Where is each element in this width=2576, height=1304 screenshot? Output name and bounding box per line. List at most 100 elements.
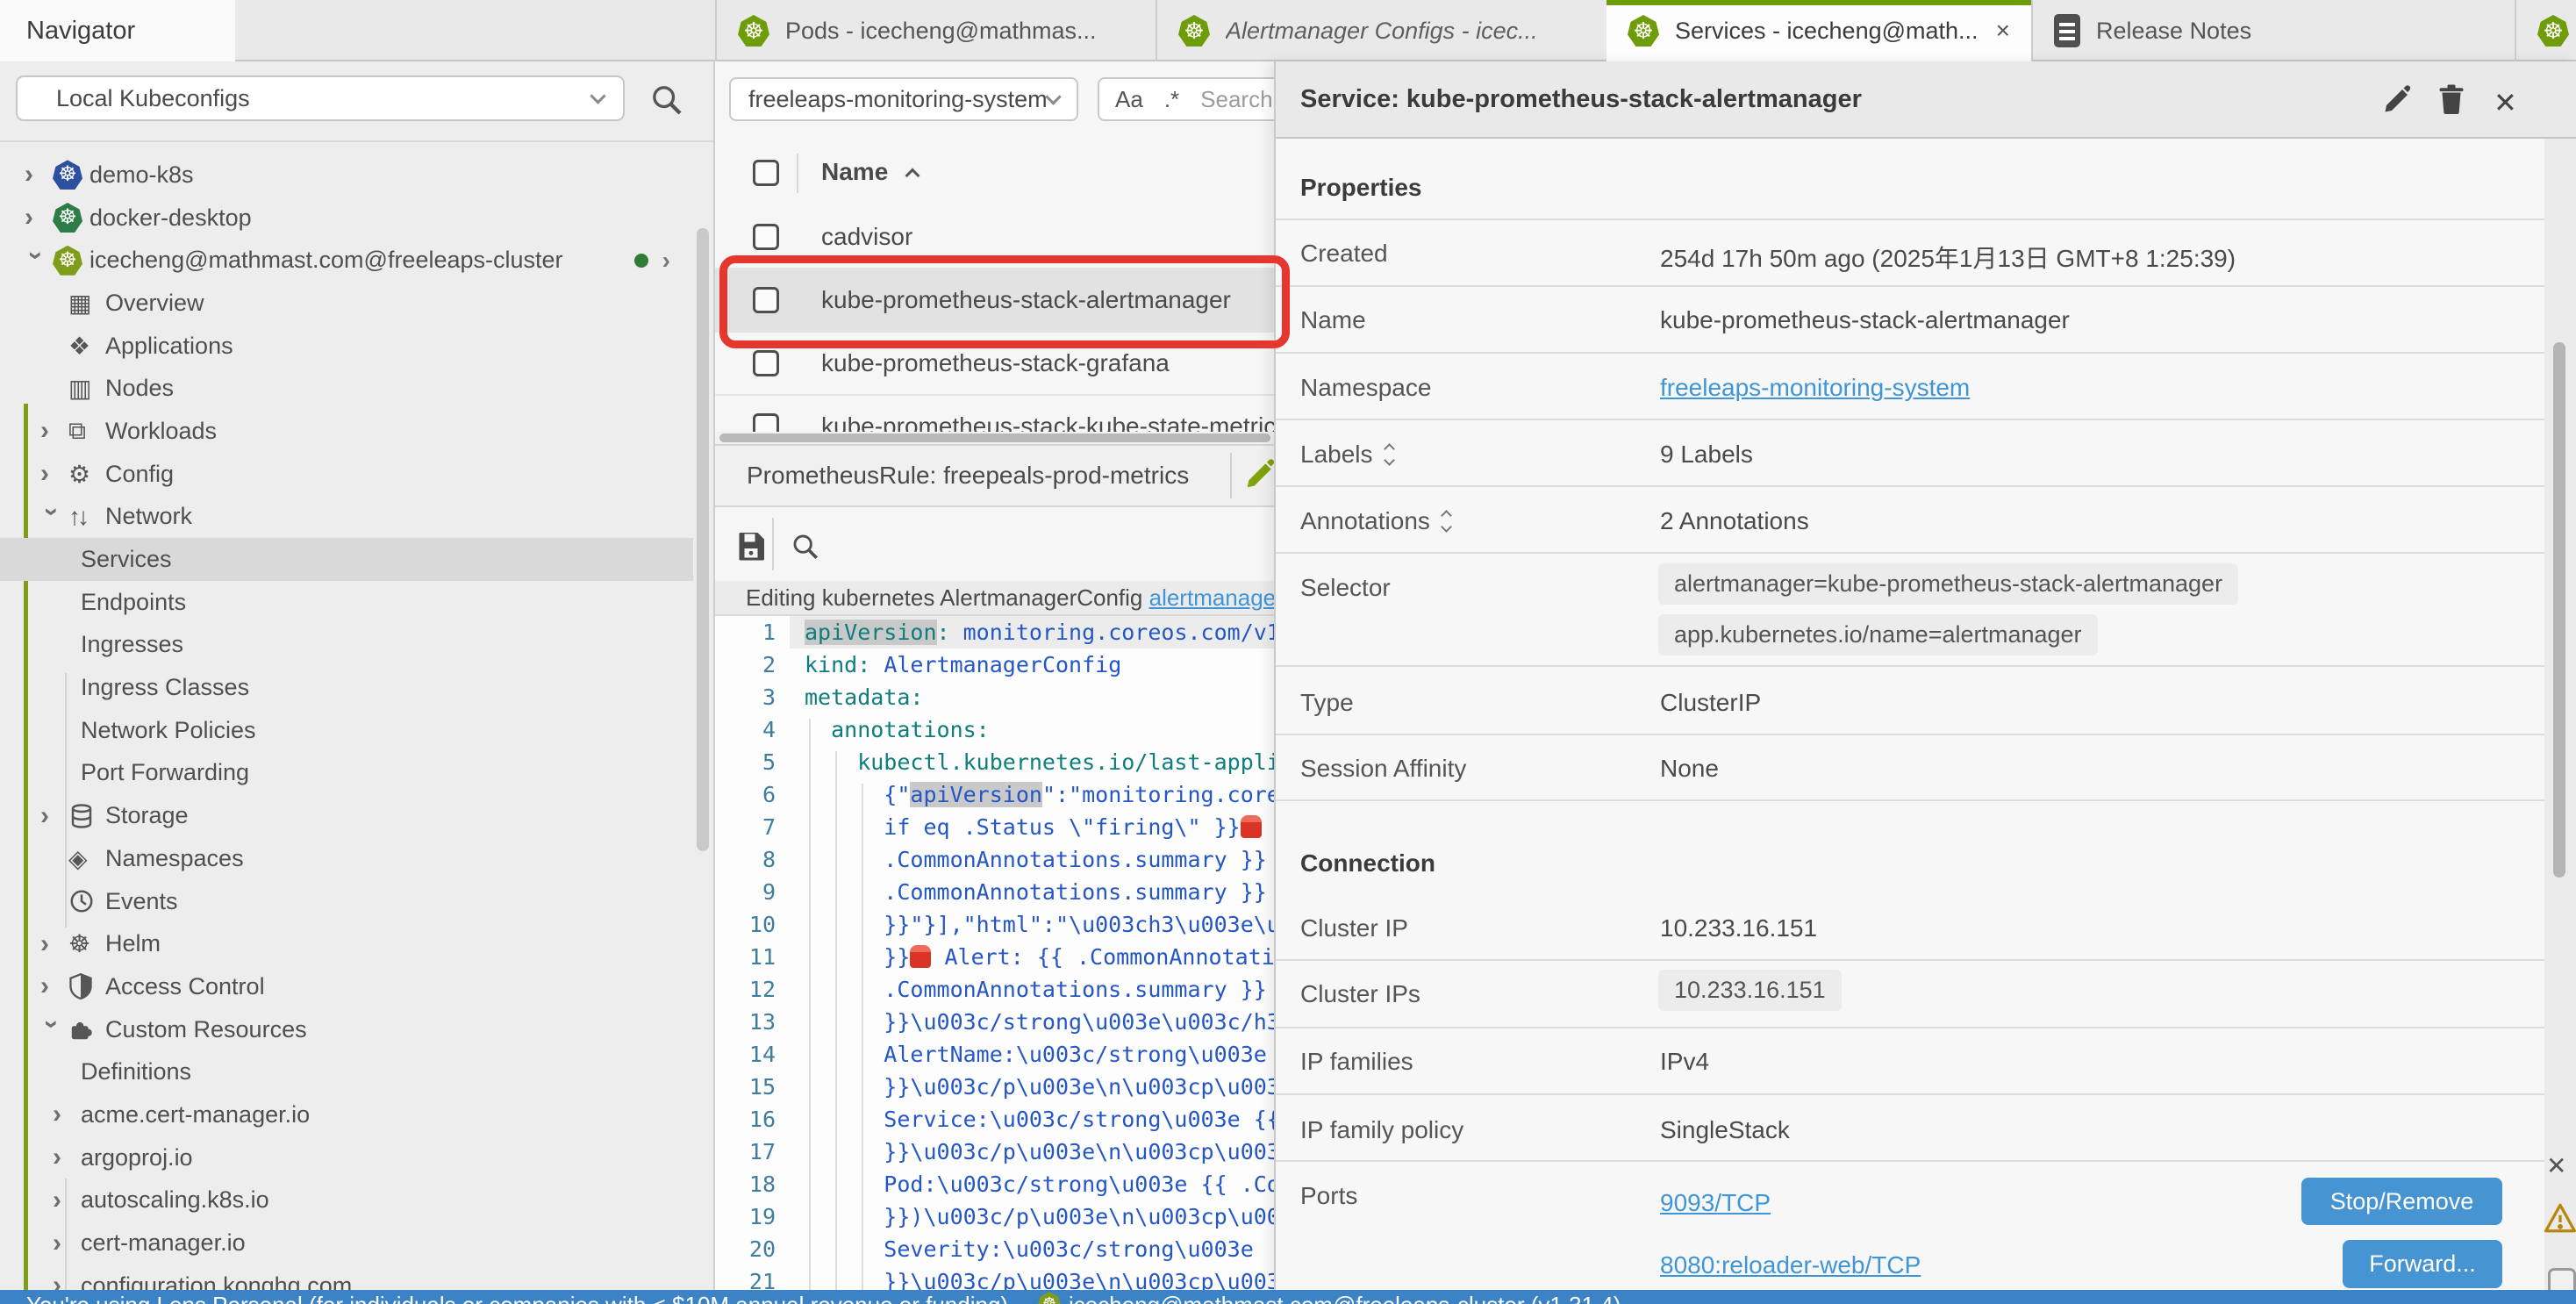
sidebar-item-ingresses[interactable]: Ingresses: [0, 624, 693, 667]
sidebar: Local Kubeconfigs › ☸ demo-k8s › ☸ docke…: [0, 61, 715, 1290]
sidebar-item-network-policies[interactable]: Network Policies: [0, 709, 693, 752]
chevron-right-icon[interactable]: ›: [40, 973, 68, 999]
notification-close-icon[interactable]: ✕: [2546, 1151, 2566, 1180]
row-checkbox[interactable]: [753, 350, 779, 376]
sidebar-item-port-forwarding[interactable]: Port Forwarding: [0, 752, 693, 795]
sidebar-scrollbar[interactable]: [697, 228, 709, 851]
events-clock-icon: [68, 888, 95, 914]
chevron-right-icon[interactable]: ›: [53, 1144, 81, 1171]
sidebar-item-custom-resources[interactable]: › Custom Resources: [0, 1008, 693, 1051]
created-label: Created: [1300, 240, 1388, 268]
cluster-ip-value: 10.233.16.151: [1660, 914, 1817, 942]
chevron-right-icon[interactable]: ›: [53, 1101, 81, 1128]
regex-icon[interactable]: .*: [1164, 86, 1179, 113]
session-affinity-value: None: [1660, 755, 1719, 783]
match-case-icon[interactable]: Aa: [1115, 86, 1143, 113]
tab-overflow[interactable]: ☸: [2515, 0, 2576, 61]
delete-trash-icon[interactable]: [2436, 83, 2467, 115]
sidebar-item-cert-manager-io[interactable]: › cert-manager.io: [0, 1222, 693, 1265]
sidebar-item-nodes[interactable]: ▥ Nodes: [0, 367, 693, 410]
warning-icon[interactable]: [2543, 1202, 2576, 1234]
sidebar-item-autoscaling-k8s-io[interactable]: › autoscaling.k8s.io: [0, 1179, 693, 1222]
edit-pencil-icon[interactable]: [2381, 84, 2413, 116]
chevron-right-icon[interactable]: ›: [662, 247, 670, 275]
expand-collapse-icon[interactable]: [1385, 445, 1393, 464]
chevron-right-icon[interactable]: ›: [25, 161, 53, 188]
expand-collapse-icon[interactable]: [1442, 512, 1450, 531]
session-affinity-label: Session Affinity: [1300, 755, 1466, 783]
sidebar-item-namespaces[interactable]: ◈ Namespaces: [0, 837, 693, 880]
chevron-right-icon[interactable]: ›: [40, 418, 68, 444]
alertmanager-config-link[interactable]: alertmanager: [1149, 584, 1284, 612]
select-all-checkbox[interactable]: [753, 160, 779, 186]
sidebar-item-definitions[interactable]: Definitions: [0, 1050, 693, 1093]
sidebar-item-acme-cert-manager-io[interactable]: › acme.cert-manager.io: [0, 1093, 693, 1136]
sidebar-item-services[interactable]: Services: [0, 538, 693, 581]
kubernetes-icon: ☸: [2537, 15, 2569, 47]
sidebar-item-endpoints[interactable]: Endpoints: [0, 581, 693, 624]
save-icon[interactable]: [735, 530, 767, 562]
sidebar-item-events[interactable]: Events: [0, 880, 693, 923]
sidebar-item-storage[interactable]: › Storage: [0, 794, 693, 837]
chevron-down-icon[interactable]: ›: [39, 1020, 65, 1048]
name-column-header[interactable]: Name: [821, 158, 918, 186]
tab-services[interactable]: ☸ Services - icecheng@math... ×: [1606, 0, 2031, 61]
tab-alertmanager-configs[interactable]: ☸ Alertmanager Configs - icec...: [1156, 0, 1606, 61]
kubernetes-icon: ☸: [1628, 15, 1659, 47]
chevron-down-icon[interactable]: ›: [39, 507, 65, 535]
license-notice: You're using Lens Personal (for individu…: [26, 1292, 1008, 1304]
edit-pencil-icon[interactable]: [1243, 458, 1277, 491]
sidebar-item-config[interactable]: › ⚙ Config: [0, 453, 693, 496]
chevron-right-icon[interactable]: ›: [40, 931, 68, 957]
sidebar-item-helm[interactable]: › ☸ Helm: [0, 922, 693, 965]
sidebar-item-docker-desktop[interactable]: › ☸ docker-desktop: [0, 197, 693, 240]
row-checkbox[interactable]: [753, 224, 779, 250]
ip-family-policy-label: IP family policy: [1300, 1116, 1463, 1144]
sidebar-item-configuration-konghq-com[interactable]: › configuration.konghq.com: [0, 1265, 693, 1290]
sidebar-item-overview[interactable]: ▦ Overview: [0, 282, 693, 325]
close-tab-icon[interactable]: ×: [1996, 17, 2010, 45]
sort-ascending-icon: [905, 168, 920, 183]
chevron-right-icon[interactable]: ›: [25, 204, 53, 231]
sidebar-item-applications[interactable]: ❖ Applications: [0, 325, 693, 368]
editor-search-icon[interactable]: [791, 532, 820, 562]
navigator-title: Navigator: [26, 17, 135, 46]
sidebar-item-workloads[interactable]: › ⧉ Workloads: [0, 410, 693, 453]
sidebar-item-argoproj-io[interactable]: › argoproj.io: [0, 1136, 693, 1179]
stop-remove-button[interactable]: Stop/Remove: [2301, 1178, 2502, 1225]
sidebar-item-freeleaps-cluster[interactable]: › ☸ icecheng@mathmast.com@freeleaps-clus…: [0, 239, 693, 282]
chevron-right-icon[interactable]: ›: [40, 803, 68, 829]
close-drawer-icon[interactable]: ✕: [2494, 86, 2517, 119]
chevron-right-icon[interactable]: ›: [53, 1272, 81, 1290]
tab-release-notes[interactable]: Release Notes: [2031, 0, 2472, 61]
namespace-select[interactable]: freeleaps-monitoring-system: [729, 77, 1078, 121]
sidebar-item-demo-k8s[interactable]: › ☸ demo-k8s: [0, 154, 693, 197]
namespace-link[interactable]: freeleaps-monitoring-system: [1660, 374, 1970, 402]
chevron-right-icon[interactable]: ›: [53, 1230, 81, 1257]
type-label: Type: [1300, 689, 1354, 717]
row-checkbox[interactable]: [753, 413, 779, 432]
drawer-scrollbar-thumb[interactable]: [2553, 342, 2565, 878]
workloads-cubes-icon: ⧉: [68, 417, 86, 446]
port-link[interactable]: 9093/TCP: [1660, 1189, 1771, 1217]
kubernetes-icon: ☸: [53, 160, 82, 190]
divider: [772, 518, 774, 570]
properties-heading: Properties: [1300, 174, 1422, 202]
horizontal-scrollbar-thumb[interactable]: [719, 433, 1270, 442]
kubeconfig-select[interactable]: Local Kubeconfigs: [16, 75, 625, 121]
access-control-shield-icon: [68, 973, 93, 999]
search-icon[interactable]: [649, 82, 684, 118]
navigator-panel-tab[interactable]: Navigator: [0, 0, 235, 61]
chevron-right-icon[interactable]: ›: [53, 1187, 81, 1214]
sidebar-item-network[interactable]: › ↑↓ Network: [0, 496, 693, 539]
chevron-right-icon[interactable]: ›: [40, 461, 68, 487]
sidebar-item-ingress-classes[interactable]: Ingress Classes: [0, 666, 693, 709]
annotations-value: 2 Annotations: [1660, 507, 1809, 535]
tab-pods[interactable]: ☸ Pods - icecheng@mathmas...: [715, 0, 1156, 61]
labels-label[interactable]: Labels: [1300, 441, 1393, 469]
chevron-down-icon[interactable]: ›: [23, 251, 49, 279]
annotations-label[interactable]: Annotations: [1300, 507, 1450, 535]
sidebar-item-access-control[interactable]: › Access Control: [0, 965, 693, 1008]
forward-button[interactable]: Forward...: [2343, 1240, 2502, 1288]
port-link[interactable]: 8080:reloader-web/TCP: [1660, 1251, 1921, 1279]
